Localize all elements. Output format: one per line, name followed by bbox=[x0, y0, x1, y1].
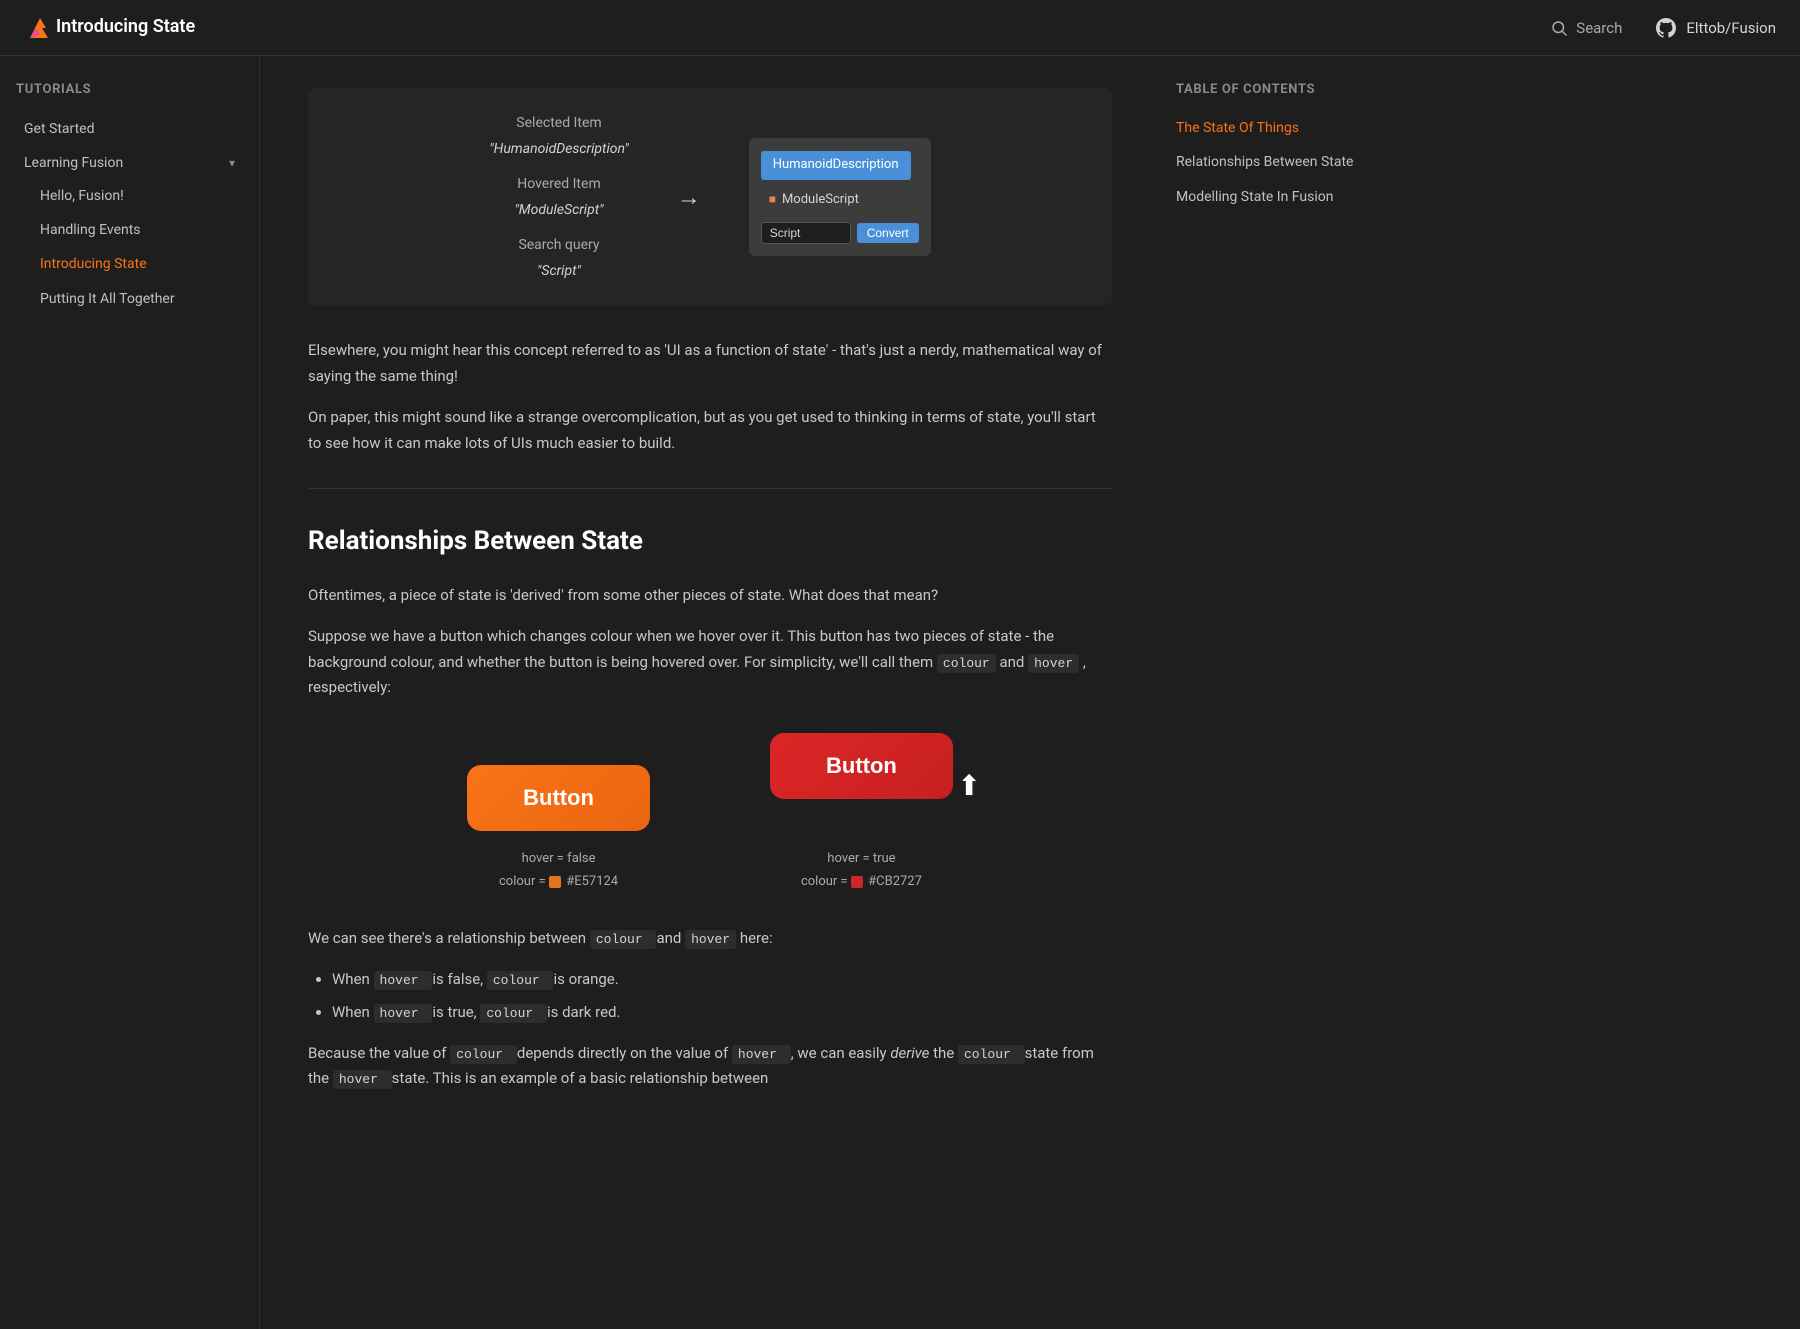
demo-ui-panel: HumanoidDescription ■ ModuleScript Conve… bbox=[749, 138, 931, 257]
demo-selected-item: HumanoidDescription bbox=[761, 151, 911, 180]
module-icon: ■ bbox=[769, 190, 776, 209]
and-text: and bbox=[999, 653, 1024, 671]
tutorials-label: Tutorials bbox=[16, 80, 243, 101]
code-hover-3: hover bbox=[374, 971, 433, 990]
code-colour-5: colour bbox=[450, 1045, 517, 1064]
button-state-false-info: hover = false colour = #E57124 bbox=[499, 847, 618, 894]
main-content: Selected Item "HumanoidDescription" Hove… bbox=[260, 56, 1160, 1329]
red-swatch bbox=[851, 876, 863, 888]
bullet-item-1: When hover is false, colour is orange. bbox=[332, 967, 1112, 992]
hover-true-text: hover = true bbox=[801, 847, 922, 870]
demo-script-input[interactable] bbox=[761, 222, 851, 244]
sidebar-item-hello-fusion[interactable]: Hello, Fusion! bbox=[32, 180, 243, 212]
button-cursor-wrapper: Button ⬆ bbox=[770, 733, 953, 799]
para-1: Elsewhere, you might hear this concept r… bbox=[308, 338, 1112, 389]
convert-button[interactable]: Convert bbox=[857, 223, 919, 243]
hovered-item-label: Hovered Item "ModuleScript" bbox=[489, 173, 628, 222]
sidebar-item-putting-together[interactable]: Putting It All Together bbox=[32, 283, 243, 315]
button-demo-area: Button hover = false colour = #E57124 Bu… bbox=[308, 733, 1112, 894]
cursor-icon: ⬆ bbox=[957, 764, 980, 809]
code-colour-3: colour bbox=[487, 971, 554, 990]
selected-item-value: "HumanoidDescription" bbox=[489, 138, 628, 160]
main-layout: Tutorials Get Started Learning Fusion ▾ … bbox=[0, 56, 1800, 1329]
code-colour-6: colour bbox=[958, 1045, 1025, 1064]
para-2: On paper, this might sound like a strang… bbox=[308, 405, 1112, 456]
toc-title: Table of contents bbox=[1176, 80, 1364, 101]
demo-module-script: ■ ModuleScript bbox=[761, 186, 919, 215]
demo-info-selected: Selected Item "HumanoidDescription" Hove… bbox=[489, 112, 628, 282]
search-icon bbox=[1550, 19, 1568, 37]
search-query-info: Search query "Script" bbox=[489, 234, 628, 283]
colour-true-value: #CB2727 bbox=[868, 874, 922, 889]
github-label: Elttob/Fusion bbox=[1686, 16, 1776, 40]
chevron-down-icon: ▾ bbox=[229, 154, 235, 173]
button-label-2: Button bbox=[826, 753, 897, 778]
arrow-icon: → bbox=[677, 178, 701, 216]
code-hover-6: hover bbox=[333, 1070, 392, 1089]
colour-true-text: colour = #CB2727 bbox=[801, 870, 922, 893]
page-title: Introducing State bbox=[56, 13, 195, 42]
bullet-list: When hover is false, colour is orange. W… bbox=[332, 967, 1112, 1025]
module-script-label: ModuleScript bbox=[782, 190, 859, 211]
toc-item-modelling[interactable]: Modelling State In Fusion bbox=[1176, 182, 1364, 212]
github-icon bbox=[1654, 16, 1678, 40]
derive-italic: derive bbox=[890, 1044, 929, 1062]
button-demo-false: Button hover = false colour = #E57124 bbox=[467, 765, 650, 894]
table-of-contents: Table of contents The State Of Things Re… bbox=[1160, 56, 1380, 1329]
sidebar-item-get-started[interactable]: Get Started bbox=[16, 113, 243, 145]
selected-item-label: Selected Item bbox=[489, 112, 628, 134]
toc-item-relationships[interactable]: Relationships Between State bbox=[1176, 147, 1364, 177]
sidebar-item-handling-events[interactable]: Handling Events bbox=[32, 214, 243, 246]
sidebar-group-header-learning-fusion[interactable]: Learning Fusion ▾ bbox=[16, 147, 243, 179]
toc-item-state-of-things[interactable]: The State Of Things bbox=[1176, 113, 1364, 143]
sidebar: Tutorials Get Started Learning Fusion ▾ … bbox=[0, 56, 260, 1329]
header: Introducing State Search Elttob/Fusion bbox=[0, 0, 1800, 56]
button-state-true-info: hover = true colour = #CB2727 bbox=[801, 847, 922, 894]
para-3: We can see there's a relationship betwee… bbox=[308, 926, 1112, 952]
button-demo-true: Button ⬆ hover = true colour = #CB2727 bbox=[770, 733, 953, 894]
logo-icon bbox=[24, 12, 56, 44]
search-label: Search bbox=[1576, 16, 1622, 40]
section-divider bbox=[308, 488, 1112, 489]
code-colour-2: colour bbox=[590, 930, 657, 949]
para-4: Because the value of colour depends dire… bbox=[308, 1041, 1112, 1092]
section-heading: Relationships Between State bbox=[308, 521, 1112, 563]
colour-false-text: colour = #E57124 bbox=[499, 870, 618, 893]
sidebar-group-learning-fusion: Learning Fusion ▾ Hello, Fusion! Handlin… bbox=[16, 147, 243, 315]
demo-button-orange[interactable]: Button bbox=[467, 765, 650, 831]
code-hover: hover bbox=[1028, 654, 1079, 673]
code-hover-4: hover bbox=[374, 1004, 433, 1023]
demo-button-red[interactable]: Button bbox=[770, 733, 953, 799]
hover-false-text: hover = false bbox=[499, 847, 618, 870]
code-hover-5: hover bbox=[732, 1045, 791, 1064]
sidebar-group-children: Hello, Fusion! Handling Events Introduci… bbox=[16, 180, 243, 316]
demo-selected-badge: HumanoidDescription bbox=[761, 150, 919, 186]
demo-script-row: Convert bbox=[761, 222, 919, 244]
bullet-item-2: When hover is true, colour is dark red. bbox=[332, 1000, 1112, 1025]
code-hover-2: hover bbox=[685, 930, 736, 949]
section-para-2: Suppose we have a button which changes c… bbox=[308, 624, 1112, 701]
github-link[interactable]: Elttob/Fusion bbox=[1654, 16, 1776, 40]
colour-false-value: #E57124 bbox=[566, 874, 618, 889]
button-label-1: Button bbox=[523, 785, 594, 810]
code-colour: colour bbox=[937, 654, 996, 673]
code-colour-4: colour bbox=[480, 1004, 547, 1023]
section-para-1: Oftentimes, a piece of state is 'derived… bbox=[308, 583, 1112, 609]
demo-section: Selected Item "HumanoidDescription" Hove… bbox=[308, 88, 1112, 306]
orange-swatch bbox=[549, 876, 561, 888]
search-button[interactable]: Search bbox=[1550, 16, 1622, 40]
learning-fusion-label: Learning Fusion bbox=[24, 152, 123, 174]
sidebar-item-introducing-state[interactable]: Introducing State bbox=[32, 248, 243, 280]
